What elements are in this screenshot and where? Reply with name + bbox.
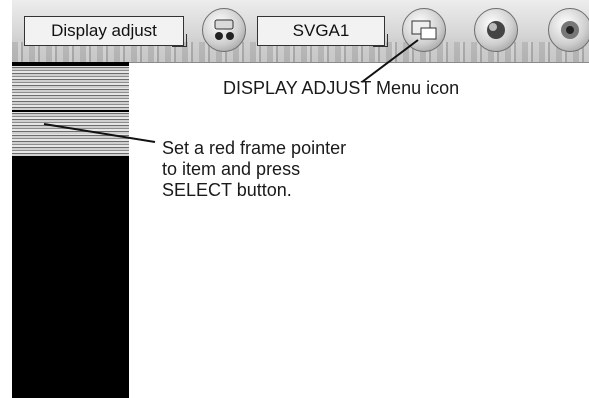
tab-divider [172,34,187,47]
image-adjust-icon[interactable] [474,8,518,52]
menu-item[interactable] [12,66,129,88]
input-icon[interactable] [202,8,246,52]
tab-svga1[interactable]: SVGA1 [257,16,385,46]
tab-display-adjust-label: Display adjust [51,21,157,40]
tab-divider [373,34,388,47]
tab-svga1-label: SVGA1 [292,21,350,40]
menu-item[interactable] [12,88,129,110]
instruction-line-3: SELECT button. [162,180,292,200]
tab-display-adjust[interactable]: Display adjust [24,16,184,46]
display-adjust-icon-callout: DISPLAY ADJUST Menu icon [223,78,459,99]
sound-icon[interactable] [548,8,589,52]
menu-item[interactable] [12,134,129,156]
instruction-line-1: Set a red frame pointer [162,138,347,158]
instruction-callout: Set a red frame pointer to item and pres… [162,138,346,201]
display-adjust-menu-panel [12,62,129,398]
display-adjust-icon[interactable] [402,8,446,52]
menu-item-selected[interactable] [12,112,129,134]
callout-text: DISPLAY ADJUST Menu icon [223,78,460,98]
menu-bar: Display adjust SVGA1 [12,0,589,63]
instruction-line-2: to item and press [162,159,301,179]
